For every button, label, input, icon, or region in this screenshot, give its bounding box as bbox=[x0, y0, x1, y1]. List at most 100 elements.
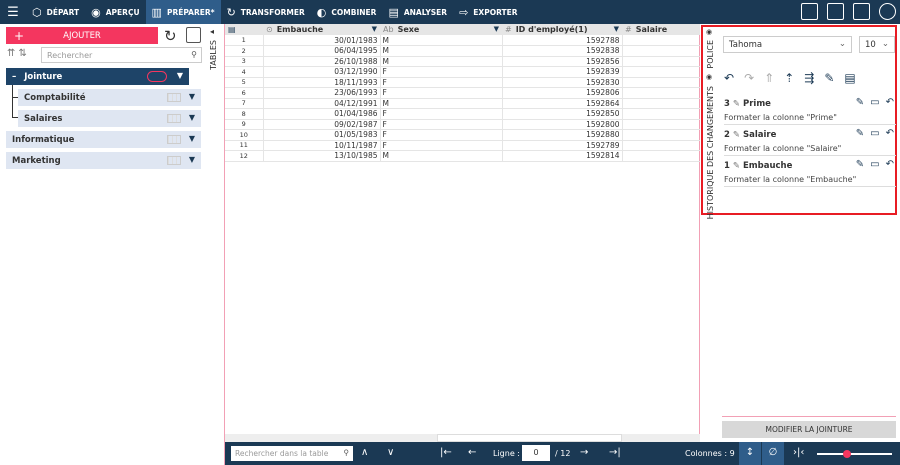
chevron-down-icon[interactable]: ▼ bbox=[189, 134, 195, 143]
cell-embauche[interactable]: 23/06/1993 bbox=[263, 87, 381, 99]
row-height-button[interactable]: ↕ bbox=[739, 442, 761, 465]
cell-salaire[interactable] bbox=[622, 129, 701, 141]
cell-sexe[interactable]: M bbox=[380, 98, 503, 109]
cell-id[interactable]: 1592839 bbox=[502, 66, 623, 78]
cell-salaire[interactable] bbox=[622, 56, 701, 67]
cell-id[interactable]: 1592838 bbox=[502, 45, 623, 57]
table-item-informatique[interactable]: Informatique ▼ bbox=[6, 131, 201, 148]
refresh-icon[interactable]: ↻ bbox=[164, 27, 177, 45]
column-header[interactable]: ⊙ Embauche ▼ bbox=[263, 24, 380, 35]
add-button[interactable]: + AJOUTER bbox=[6, 27, 158, 44]
previous-match-icon[interactable]: ∧ bbox=[361, 447, 368, 458]
history-item[interactable]: 1 ✎ Embauche Formater la colonne "Embauch… bbox=[724, 156, 896, 187]
table-item-marketing[interactable]: Marketing ▼ bbox=[6, 152, 201, 169]
cell-embauche[interactable]: 26/10/1988 bbox=[263, 56, 381, 67]
tab-départ[interactable]: ⬡ DÉPART bbox=[26, 0, 85, 24]
tab-analyser[interactable]: ▤ ANALYSER bbox=[382, 0, 453, 24]
cell-embauche[interactable]: 30/01/1983 bbox=[263, 35, 381, 46]
cell-sexe[interactable]: F bbox=[380, 119, 503, 130]
cell-embauche[interactable]: 13/10/1985 bbox=[263, 150, 381, 162]
cell-id[interactable]: 1592800 bbox=[502, 119, 623, 130]
history-item[interactable]: 3 ✎ Prime Formater la colonne "Prime" ✎ ▭ ↶ bbox=[724, 94, 896, 125]
cell-salaire[interactable] bbox=[622, 66, 701, 78]
tab-exporter[interactable]: ⇨ EXPORTER bbox=[453, 0, 523, 24]
comment-icon[interactable]: ▭ bbox=[870, 97, 879, 108]
cell-sexe[interactable]: M bbox=[380, 35, 503, 46]
cell-id[interactable]: 1592880 bbox=[502, 129, 623, 141]
cell-embauche[interactable]: 01/04/1986 bbox=[263, 108, 381, 120]
cell-sexe[interactable]: F bbox=[380, 87, 503, 99]
table-row[interactable]: 6 23/06/1993 F 1592806 bbox=[225, 87, 701, 99]
next-match-icon[interactable]: ∨ bbox=[387, 447, 394, 458]
comment-icon[interactable]: ▭ bbox=[870, 128, 879, 139]
zoom-slider-knob[interactable] bbox=[843, 450, 851, 458]
table-row[interactable]: 8 01/04/1986 F 1592850 bbox=[225, 108, 701, 120]
collapse-panel-icon[interactable]: ◂ bbox=[210, 27, 214, 36]
column-header[interactable]: # Salaire bbox=[622, 24, 700, 35]
table-row[interactable]: 12 13/10/1985 M 1592814 bbox=[225, 150, 701, 162]
cell-salaire[interactable] bbox=[622, 108, 701, 120]
tables-tab[interactable]: TABLES bbox=[209, 40, 218, 70]
cell-sexe[interactable]: M bbox=[380, 150, 503, 162]
table-row[interactable]: 4 03/12/1990 F 1592839 bbox=[225, 66, 701, 78]
move-top-icon[interactable]: ⇑ bbox=[764, 71, 774, 85]
cell-embauche[interactable]: 18/11/1993 bbox=[263, 77, 381, 88]
chevron-down-icon[interactable]: ▼ bbox=[189, 92, 195, 101]
row-selector-icon[interactable]: ▤ bbox=[225, 24, 263, 35]
cell-sexe[interactable]: F bbox=[380, 140, 503, 151]
gear-icon[interactable] bbox=[879, 3, 896, 20]
cell-sexe[interactable]: F bbox=[380, 129, 503, 141]
chevron-down-icon[interactable]: ▼ bbox=[372, 25, 377, 33]
font-size-select[interactable]: 10 ⌄ bbox=[859, 36, 895, 53]
edit-icon[interactable]: ✎ bbox=[856, 159, 864, 170]
zoom-slider[interactable] bbox=[817, 450, 892, 458]
police-tab[interactable]: POLICE bbox=[706, 40, 715, 69]
table-row[interactable]: 7 04/12/1991 M 1592864 bbox=[225, 98, 701, 109]
cell-embauche[interactable]: 04/12/1991 bbox=[263, 98, 381, 109]
table-row[interactable]: 5 18/11/1993 F 1592830 bbox=[225, 77, 701, 88]
cell-sexe[interactable]: F bbox=[380, 66, 503, 78]
collapse-icon[interactable]: – bbox=[12, 72, 16, 82]
previous-row-icon[interactable]: ← bbox=[468, 447, 476, 458]
edit-steps-icon[interactable]: ✎ bbox=[824, 71, 834, 85]
row-number-input[interactable]: 0 bbox=[522, 445, 550, 461]
history-item[interactable]: 2 ✎ Salaire Formater la colonne "Salaire"… bbox=[724, 125, 896, 156]
modify-join-button[interactable]: MODIFIER LA JOINTURE bbox=[722, 421, 896, 438]
panel-icon[interactable] bbox=[801, 3, 818, 20]
chevron-down-icon[interactable]: ▼ bbox=[177, 71, 183, 80]
cell-id[interactable]: 1592814 bbox=[502, 150, 623, 162]
table-row[interactable]: 2 06/04/1995 M 1592838 bbox=[225, 45, 701, 57]
scrollbar-thumb[interactable] bbox=[437, 434, 622, 442]
table-row[interactable]: 1 30/01/1983 M 1592788 bbox=[225, 35, 701, 46]
collapse-icon[interactable]: ◉ bbox=[706, 28, 712, 36]
search-input[interactable]: Rechercher ⚲ bbox=[41, 47, 202, 63]
filter-steps-icon[interactable]: ⇶ bbox=[804, 71, 814, 85]
font-select[interactable]: Tahoma ⌄ bbox=[723, 36, 852, 53]
cell-id[interactable]: 1592856 bbox=[502, 56, 623, 67]
cell-id[interactable]: 1592850 bbox=[502, 108, 623, 120]
table-item-salaires[interactable]: Salaires ▼ bbox=[18, 110, 201, 127]
tab-aperçu[interactable]: ◉ APERÇU bbox=[85, 0, 145, 24]
settings-icon[interactable] bbox=[186, 27, 201, 43]
undo-icon[interactable]: ↶ bbox=[886, 128, 894, 139]
cell-salaire[interactable] bbox=[622, 87, 701, 99]
column-width-icon[interactable]: ›|‹ bbox=[793, 447, 804, 458]
tab-combiner[interactable]: ◐ COMBINER bbox=[311, 0, 383, 24]
cell-salaire[interactable] bbox=[622, 150, 701, 162]
cell-embauche[interactable]: 10/11/1987 bbox=[263, 140, 381, 151]
edit-icon[interactable]: ✎ bbox=[856, 97, 864, 108]
first-row-icon[interactable]: |← bbox=[440, 447, 452, 458]
chevron-down-icon[interactable]: ▼ bbox=[189, 155, 195, 164]
cell-embauche[interactable]: 09/02/1987 bbox=[263, 119, 381, 130]
undo-icon[interactable]: ↶ bbox=[886, 97, 894, 108]
tab-transformer[interactable]: ↻ TRANSFORMER bbox=[221, 0, 311, 24]
table-row[interactable]: 9 09/02/1987 F 1592800 bbox=[225, 119, 701, 130]
comment-icon[interactable]: ▭ bbox=[870, 159, 879, 170]
cell-salaire[interactable] bbox=[622, 77, 701, 88]
cell-sexe[interactable]: F bbox=[380, 77, 503, 88]
table-row[interactable]: 11 10/11/1987 F 1592789 bbox=[225, 140, 701, 151]
cell-embauche[interactable]: 01/05/1983 bbox=[263, 129, 381, 141]
cell-id[interactable]: 1592830 bbox=[502, 77, 623, 88]
table-search-input[interactable]: Rechercher dans la table ⚲ bbox=[231, 446, 353, 461]
column-header[interactable]: # ID d'employé(1) ▼ bbox=[502, 24, 622, 35]
